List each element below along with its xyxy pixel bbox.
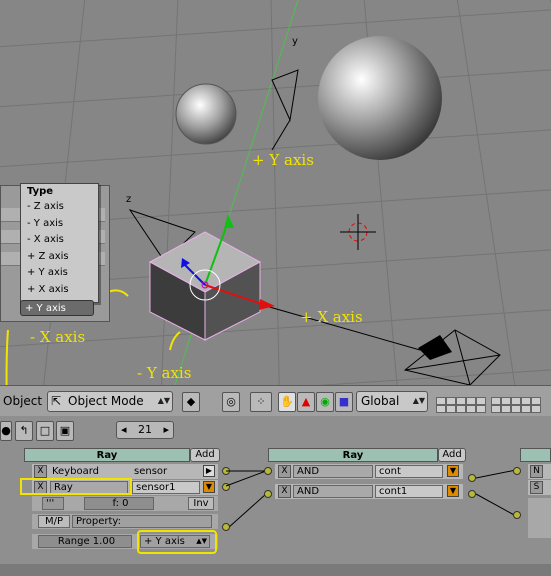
delete-controller-button[interactable]: X xyxy=(278,485,291,498)
controller-name[interactable]: cont xyxy=(375,465,443,478)
controller-type[interactable]: AND xyxy=(293,485,373,498)
controller-input-socket[interactable] xyxy=(264,467,272,475)
3d-viewport[interactable]: y z + Y axis + X axis - X axis - Y axis … xyxy=(0,0,551,385)
actuator-input-socket[interactable] xyxy=(513,467,521,475)
viewport-header: Object ⇱ Object Mode ▲▼ ◆ ◎ ⁘ ✋ ▲ ◉ ■ Gl… xyxy=(0,385,551,418)
sensor-panel-header: Ray xyxy=(24,448,190,462)
frame-number: 21 xyxy=(138,423,152,436)
menu-item-minus-z[interactable]: - Z axis xyxy=(21,199,98,216)
controller-and-2: X AND cont1 ▼ xyxy=(275,484,463,499)
pulse-button[interactable]: ''' xyxy=(42,497,64,510)
link-lines xyxy=(225,470,267,529)
delete-sensor-button[interactable]: X xyxy=(34,465,47,478)
logic-editor: ● ↰ □ ▣ ◂ 21 ▸ Ray Add X Keyboard sensor… xyxy=(0,416,551,564)
controller-type[interactable]: AND xyxy=(293,465,373,478)
range-field[interactable]: Range 1.00 xyxy=(38,535,132,548)
sensor-type[interactable]: Keyboard xyxy=(52,464,99,479)
collapse-down-icon[interactable]: ▼ xyxy=(203,481,215,493)
add-sensor-button[interactable]: Add xyxy=(190,448,220,462)
annotation-plus-x: + X axis xyxy=(300,308,363,326)
orientation-select[interactable]: Global ▲▼ xyxy=(356,391,428,412)
sensor-panel-title: Ray xyxy=(96,450,118,461)
sensor-keyboard: X Keyboard sensor ▶ xyxy=(32,464,218,479)
window-type-icon[interactable]: ● xyxy=(0,421,12,441)
menu-item-plus-z[interactable]: + Z axis xyxy=(21,249,98,266)
mode-icon: ⇱ xyxy=(51,394,62,408)
scale-icon[interactable]: ■ xyxy=(335,392,353,412)
add-controller-button[interactable]: Add xyxy=(438,448,466,462)
layer-buttons[interactable] xyxy=(436,390,546,413)
hook-icon[interactable]: ↰ xyxy=(15,421,33,441)
ray-settings-row-2: M/P Property: xyxy=(32,514,218,529)
controller-panel-title: Ray xyxy=(342,450,364,461)
object-menu[interactable]: Object xyxy=(3,386,42,417)
actuator-panel-header xyxy=(520,448,551,462)
frame-icon[interactable]: □ xyxy=(36,421,54,441)
mode-label: Object Mode xyxy=(68,394,144,408)
orientation-label: Global xyxy=(361,394,400,408)
small-sphere xyxy=(175,83,237,145)
large-sphere xyxy=(318,36,442,160)
sensor-name[interactable]: sensor1 xyxy=(132,481,200,494)
menu-item-plus-y[interactable]: + Y axis xyxy=(21,265,98,282)
hand-manipulator-icon[interactable]: ✋ xyxy=(278,392,296,412)
menu-item-minus-x[interactable]: - X axis xyxy=(21,232,98,249)
delete-actuator-button[interactable]: S xyxy=(530,481,543,494)
controller-and-1: X AND cont ▼ xyxy=(275,464,463,479)
chevron-down-icon: ▲▼ xyxy=(157,396,170,405)
ray-settings-row-1: ''' f: 0 Inv xyxy=(32,496,218,511)
property-field[interactable]: Property: xyxy=(72,515,212,528)
frame-next-icon[interactable]: ▸ xyxy=(164,423,170,436)
rotate-icon[interactable]: ◉ xyxy=(316,392,334,412)
mode-select[interactable]: ⇱ Object Mode ▲▼ xyxy=(47,391,173,412)
menu-title: Type xyxy=(27,186,54,197)
highlight-box xyxy=(20,478,132,495)
link-end-socket[interactable] xyxy=(222,523,230,531)
collapse-icon[interactable]: ▶ xyxy=(203,465,215,477)
collapse-down-icon[interactable]: ▼ xyxy=(447,465,459,477)
translate-icon[interactable]: ▲ xyxy=(297,392,315,412)
chevron-down-icon: ▲▼ xyxy=(412,396,425,405)
annotation-minus-y: - Y axis xyxy=(137,364,192,382)
y-axis-label: y xyxy=(292,36,298,47)
snap-button[interactable]: ⁘ xyxy=(250,392,272,412)
controller-panel-header: Ray xyxy=(268,448,438,462)
logic-toolbar: ● ↰ □ ▣ ◂ 21 ▸ xyxy=(0,418,551,442)
menu-item-plus-x[interactable]: + X axis xyxy=(21,282,98,299)
actuator-input-socket[interactable] xyxy=(513,511,521,519)
material-property-toggle[interactable]: M/P xyxy=(38,515,70,528)
highlight-box xyxy=(137,530,217,554)
actuator-2: S xyxy=(528,480,551,495)
annotation-minus-x: - X axis xyxy=(30,328,86,346)
pivot-button[interactable]: ◎ xyxy=(222,392,240,412)
image-icon[interactable]: ▣ xyxy=(56,421,74,441)
controller-input-socket[interactable] xyxy=(264,490,272,498)
sensor-name[interactable]: sensor xyxy=(134,464,167,479)
delete-controller-button[interactable]: X xyxy=(278,465,291,478)
axis-select[interactable]: + Y axis xyxy=(20,300,94,316)
frame-prev-icon[interactable]: ◂ xyxy=(121,423,127,436)
menu-item-minus-y[interactable]: - Y axis xyxy=(21,216,98,233)
collapse-down-icon[interactable]: ▼ xyxy=(447,485,459,497)
frame-number-field[interactable]: ◂ 21 ▸ xyxy=(116,421,174,439)
frequency-field[interactable]: f: 0 xyxy=(84,497,154,510)
axis-select-value: + Y axis xyxy=(25,303,66,314)
delete-actuator-button[interactable]: N xyxy=(530,465,543,478)
z-axis-label: z xyxy=(126,194,132,205)
annotation-plus-y: + Y axis xyxy=(252,151,314,169)
actuator-body xyxy=(528,498,551,538)
draw-type-button[interactable]: ◆ xyxy=(182,392,200,412)
actuator-1: N xyxy=(528,464,551,479)
3d-cursor xyxy=(340,214,376,250)
controller-name[interactable]: cont1 xyxy=(375,485,443,498)
invert-button[interactable]: Inv xyxy=(188,497,214,510)
ray-type-menu[interactable]: Type - Z axis - Y axis - X axis + Z axis… xyxy=(20,183,99,303)
